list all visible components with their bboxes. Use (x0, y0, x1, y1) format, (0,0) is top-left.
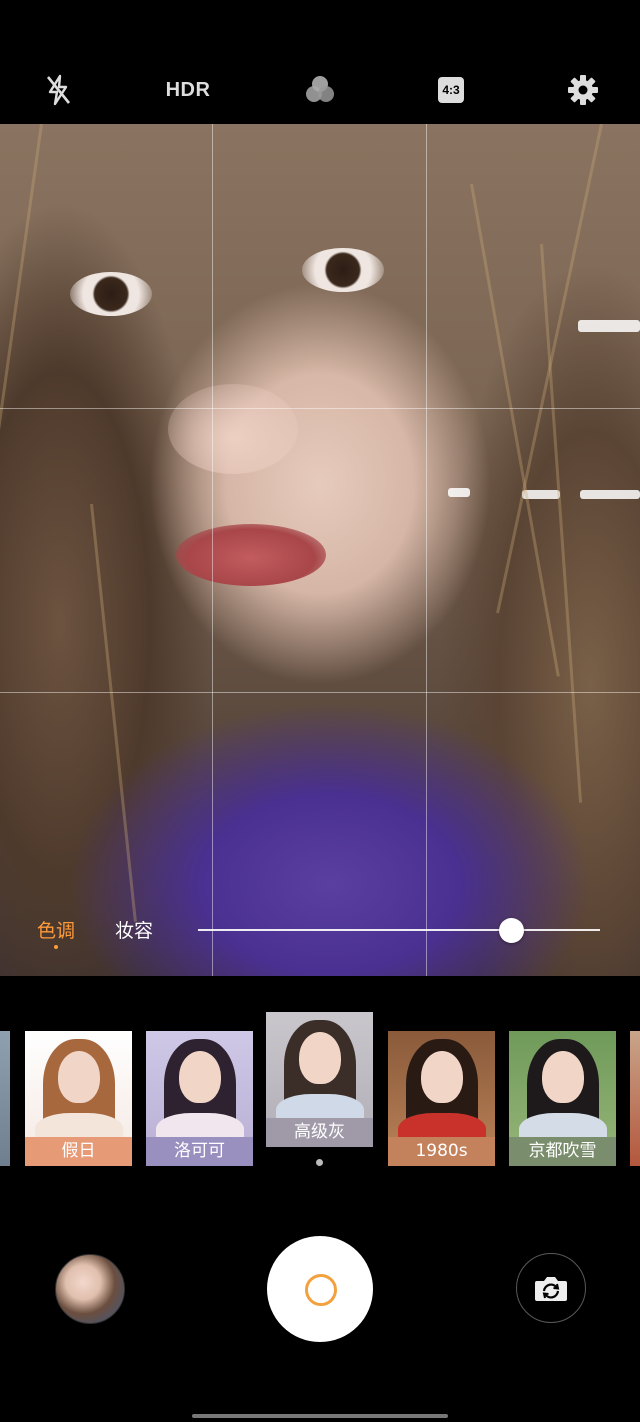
filter-item-selected[interactable]: 高级灰 (266, 1012, 373, 1147)
hdr-button[interactable]: HDR (164, 68, 212, 112)
hair-strand (540, 243, 583, 803)
tab-makeup[interactable]: 妆容 (115, 916, 153, 943)
gear-icon[interactable] (561, 68, 605, 112)
filter-item-partial[interactable] (630, 1031, 640, 1166)
subject-eye (302, 248, 384, 292)
intensity-slider-track[interactable] (198, 929, 600, 931)
subject-eye (70, 272, 152, 316)
filter-thumbnail (388, 1031, 495, 1153)
gallery-thumbnail[interactable] (55, 1254, 125, 1324)
camera-viewfinder[interactable] (0, 124, 640, 976)
filter-label: 高级灰 (266, 1118, 373, 1147)
filter-label: 1980s (388, 1137, 495, 1166)
aspect-ratio-icon: 4:3 (438, 77, 464, 103)
subject-nose (168, 384, 298, 474)
switch-camera-icon (535, 1277, 567, 1301)
filter-item[interactable]: 1980s (388, 1031, 495, 1166)
filter-label: 京都吹雪 (509, 1137, 616, 1166)
grid-line-vertical (212, 124, 213, 976)
filter-thumbnail (25, 1031, 132, 1153)
hair-strand (496, 124, 603, 614)
grid-line-vertical (426, 124, 427, 976)
hair-strand (90, 503, 137, 922)
tab-tone[interactable]: 色调 (37, 916, 75, 943)
filter-label: 假日 (25, 1137, 132, 1166)
aspect-ratio-label: 4:3 (442, 83, 460, 97)
flash-off-icon[interactable] (36, 68, 80, 112)
selected-filter-indicator (316, 1159, 323, 1166)
switch-camera-button[interactable] (516, 1253, 586, 1323)
filter-label: 洛可可 (146, 1137, 253, 1166)
filter-thumbnail (509, 1031, 616, 1153)
active-tab-indicator (54, 945, 58, 949)
shutter-button[interactable] (267, 1236, 373, 1342)
hdr-label: HDR (165, 78, 211, 101)
subject-lips (176, 524, 326, 586)
background-light (578, 320, 640, 332)
hair-strand (470, 183, 560, 677)
color-filter-icon[interactable] (298, 68, 342, 112)
camera-top-bar: HDR 4:3 (0, 0, 640, 124)
background-light (448, 488, 470, 497)
aspect-ratio-button[interactable]: 4:3 (429, 68, 473, 112)
filter-item[interactable]: 京都吹雪 (509, 1031, 616, 1166)
home-indicator[interactable] (192, 1414, 448, 1418)
filter-item-partial[interactable] (0, 1031, 10, 1166)
filter-item[interactable]: 洛可可 (146, 1031, 253, 1166)
filter-item[interactable]: 假日 (25, 1031, 132, 1166)
grid-line-horizontal (0, 408, 640, 409)
grid-line-horizontal (0, 692, 640, 693)
shutter-ring (305, 1274, 337, 1306)
background-light (580, 490, 640, 499)
filter-thumbnail (146, 1031, 253, 1153)
filter-thumbnail (266, 1012, 373, 1134)
intensity-slider-thumb[interactable] (499, 918, 525, 943)
hair-strand (0, 124, 43, 521)
